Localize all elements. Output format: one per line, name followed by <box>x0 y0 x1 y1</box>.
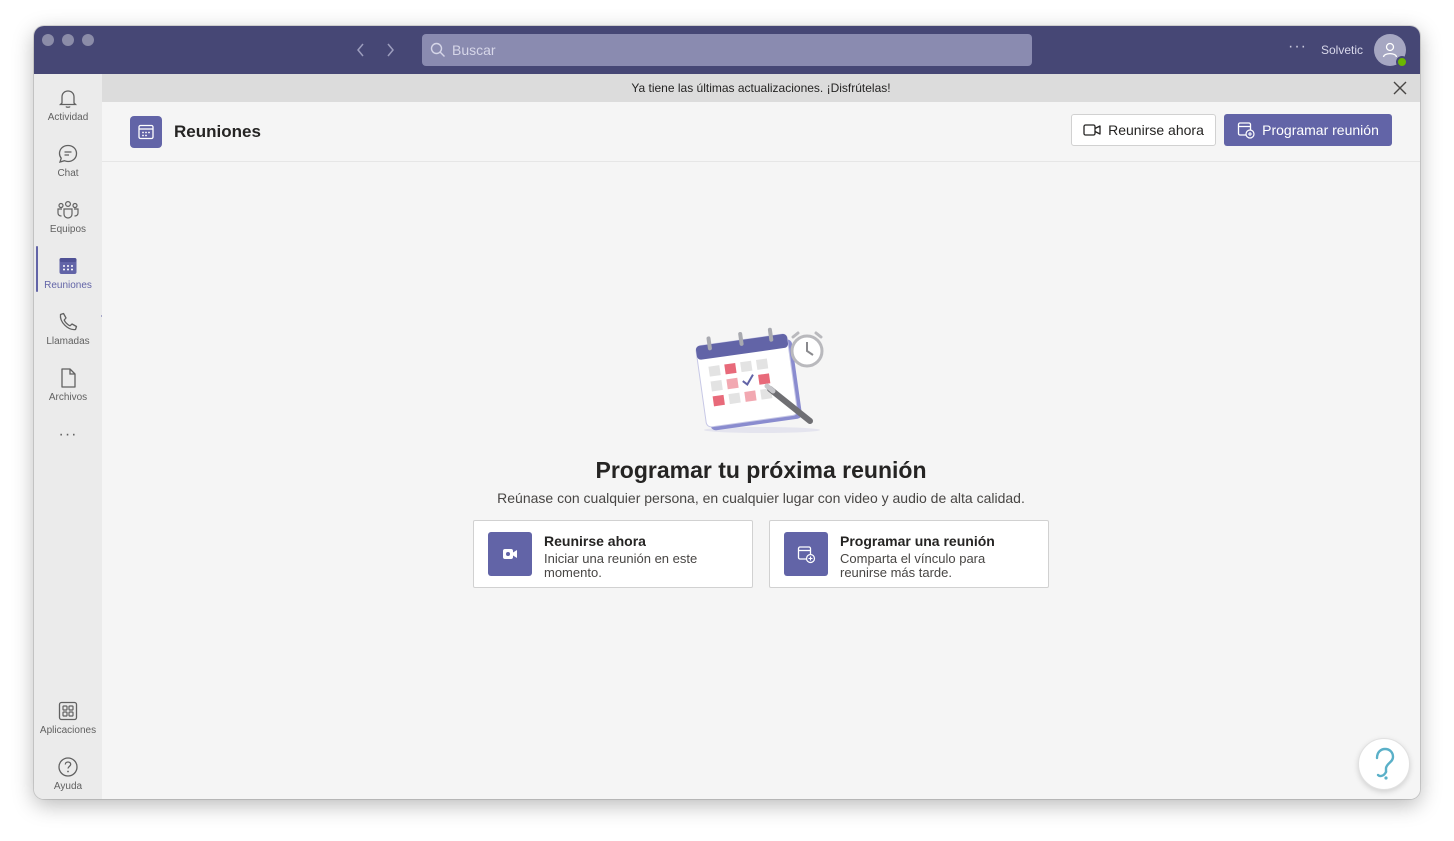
help-assistant-button[interactable] <box>1358 738 1410 790</box>
back-button[interactable] <box>351 39 371 61</box>
rail-more-apps-button[interactable]: ··· <box>34 426 102 450</box>
rail-item-actividad[interactable]: Actividad <box>34 82 102 134</box>
user-name: Solvetic <box>1321 43 1364 57</box>
rail-item-aplicaciones[interactable]: Aplicaciones <box>34 695 102 747</box>
chevron-right-icon <box>387 43 394 57</box>
close-window-button[interactable] <box>42 34 54 46</box>
update-banner: Ya tiene las últimas actualizaciones. ¡D… <box>102 74 1420 102</box>
meet-now-button[interactable]: Reunirse ahora <box>1071 114 1216 146</box>
phone-icon <box>59 312 78 331</box>
search-icon <box>430 42 445 57</box>
rail-item-label: Aplicaciones <box>39 725 97 736</box>
empty-state-subtitle: Reúnase con cualquier persona, en cualqu… <box>497 490 1025 506</box>
rail-item-chat[interactable]: Chat <box>34 138 102 190</box>
title-bar: ··· Solvetic <box>34 26 1420 74</box>
search-input[interactable] <box>452 42 1012 58</box>
rail-item-label: Equipos <box>49 224 87 235</box>
calendar-add-icon <box>1237 122 1255 139</box>
zoom-window-button[interactable] <box>82 34 94 46</box>
minimize-window-button[interactable] <box>62 34 74 46</box>
rail-item-label: Ayuda <box>53 781 83 792</box>
banner-text: Ya tiene las últimas actualizaciones. ¡D… <box>631 81 891 95</box>
meet-now-label: Reunirse ahora <box>1108 122 1204 138</box>
empty-state-title: Programar tu próxima reunión <box>595 457 927 483</box>
app-rail: Actividad Chat Equipos Reuniones Llamada… <box>34 74 111 799</box>
help-icon <box>58 757 78 777</box>
page-title: Reuniones <box>174 122 261 141</box>
rail-item-label: Chat <box>57 168 79 179</box>
card-title: Programar una reunión <box>840 533 995 549</box>
schedule-meeting-card[interactable]: Programar una reunión Comparta el víncul… <box>769 520 1049 588</box>
video-call-icon <box>503 549 517 559</box>
rail-item-label: Archivos <box>48 392 88 403</box>
bell-icon <box>58 90 78 108</box>
rail-item-label: Llamadas <box>46 336 90 347</box>
apps-icon <box>58 701 78 721</box>
rail-item-llamadas[interactable]: Llamadas <box>34 306 102 358</box>
video-camera-icon <box>1083 124 1101 136</box>
page-header: Reuniones Reunirse ahora Programar reuni… <box>102 102 1420 162</box>
file-icon <box>61 368 76 388</box>
schedule-meeting-button[interactable]: Programar reunión <box>1224 114 1392 146</box>
card-description: Comparta el vínculo para reunirse más ta… <box>840 551 986 580</box>
teams-window: ··· Solvetic Actividad Chat Equipos Reun… <box>34 26 1420 799</box>
calendar-icon <box>59 258 77 274</box>
presence-status-badge <box>1396 56 1408 68</box>
person-icon <box>1382 42 1398 58</box>
close-icon[interactable] <box>1392 80 1408 96</box>
rail-item-equipos[interactable]: Equipos <box>34 194 102 246</box>
help-logo-icon <box>1375 747 1395 780</box>
teams-icon <box>57 200 79 219</box>
avatar[interactable] <box>1374 34 1408 68</box>
calendar-illustration-icon <box>695 327 824 433</box>
more-icon: ··· <box>58 426 78 443</box>
rail-item-ayuda[interactable]: Ayuda <box>34 751 102 799</box>
card-description: Iniciar una reunión en este momento. <box>544 551 698 580</box>
settings-more-button[interactable]: ··· <box>1288 38 1307 56</box>
chevron-left-icon <box>357 43 364 57</box>
rail-item-label: Actividad <box>47 112 89 123</box>
rail-item-reuniones[interactable]: Reuniones <box>34 250 102 302</box>
forward-button[interactable] <box>380 39 400 61</box>
schedule-meeting-label: Programar reunión <box>1262 122 1379 138</box>
chat-icon <box>58 144 78 163</box>
rail-item-label: Reuniones <box>44 280 92 291</box>
schedule-card-icon <box>784 532 828 576</box>
search-box[interactable] <box>422 34 1032 66</box>
meet-now-card-icon <box>488 532 532 576</box>
rail-item-archivos[interactable]: Archivos <box>34 362 102 414</box>
meet-now-card[interactable]: Reunirse ahora Iniciar una reunión en es… <box>473 520 753 588</box>
card-title: Reunirse ahora <box>544 533 646 549</box>
main-content: Programar tu próxima reunión Reúnase con… <box>102 163 1420 799</box>
calendar-add-icon <box>797 546 816 564</box>
active-indicator <box>36 246 38 292</box>
meetings-app-icon <box>130 116 162 148</box>
calendar-icon <box>138 124 154 140</box>
